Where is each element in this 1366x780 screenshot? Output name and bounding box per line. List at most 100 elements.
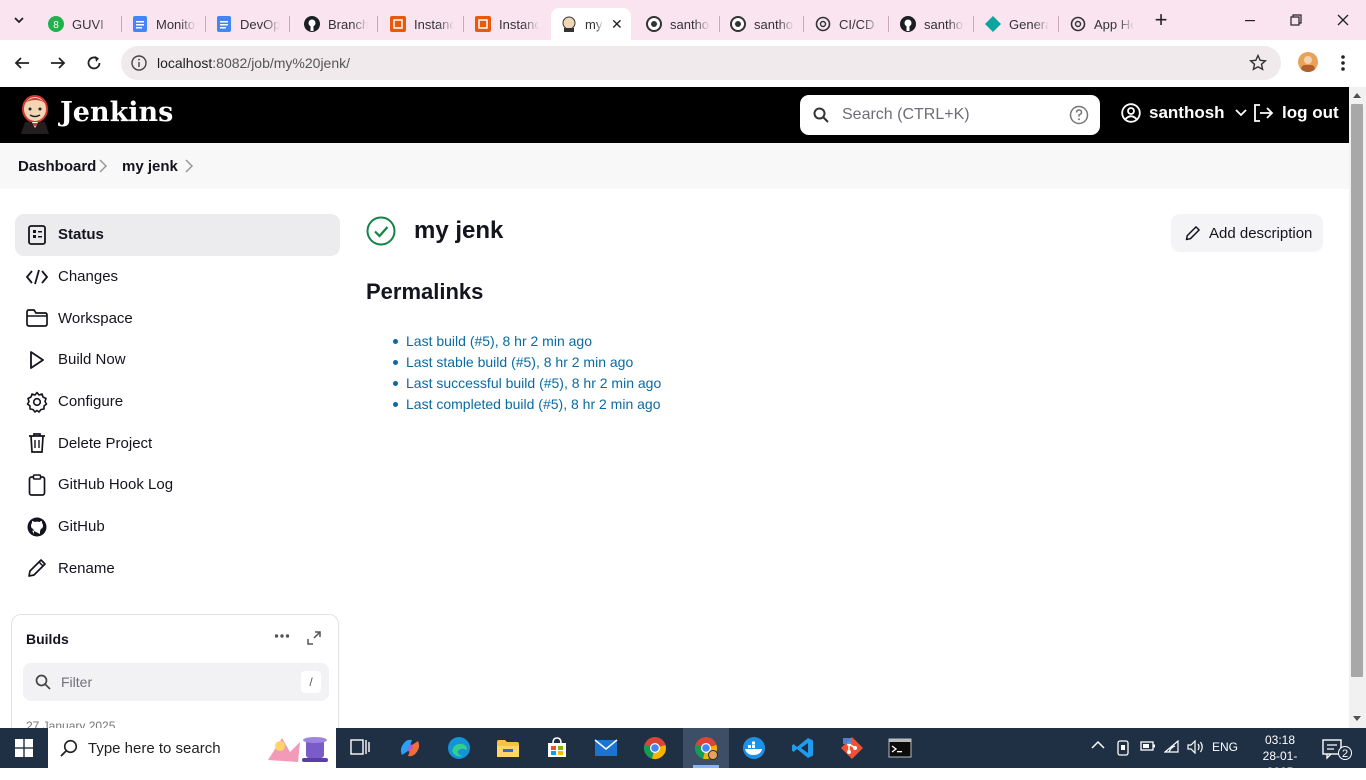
sidebar-item-changes[interactable]: Changes <box>15 256 340 298</box>
user-menu[interactable]: santhosh <box>1121 103 1247 123</box>
reload-button[interactable] <box>83 52 105 74</box>
mail-icon[interactable] <box>592 734 620 762</box>
browser-tab[interactable]: App He <box>1060 8 1144 40</box>
github-icon <box>304 16 320 32</box>
browser-tab[interactable]: santho <box>636 8 720 40</box>
sidebar-item-configure[interactable]: Configure <box>15 381 340 423</box>
sidebar-item-workspace[interactable]: Workspace <box>15 297 340 339</box>
chrome-profile-icon[interactable] <box>692 734 720 762</box>
browser-tab[interactable]: Branch <box>294 8 378 40</box>
windows-start-icon[interactable] <box>15 739 33 757</box>
forward-button[interactable] <box>47 52 69 74</box>
new-tab-button[interactable]: + <box>1151 9 1171 31</box>
add-description-button[interactable]: Add description <box>1171 214 1323 252</box>
chrome-icon[interactable] <box>641 734 669 762</box>
browser-tab[interactable]: Monito <box>122 8 206 40</box>
sidebar-item-build-now[interactable]: Build Now <box>15 339 340 381</box>
profile-avatar[interactable] <box>1298 52 1318 72</box>
jenkins-brand[interactable]: Jenkins <box>60 97 173 128</box>
logout-link[interactable]: log out <box>1252 103 1339 123</box>
gemini-icon <box>985 16 1001 32</box>
page-scrollbar[interactable] <box>1349 87 1366 728</box>
tab-title: Instanc <box>499 16 539 32</box>
help-icon[interactable] <box>1069 105 1089 125</box>
wifi-icon[interactable] <box>1164 740 1180 754</box>
tab-title: CI/CD I <box>839 16 879 32</box>
docker-icon[interactable] <box>740 734 768 762</box>
browser-tab[interactable]: Instanc <box>465 8 549 40</box>
copilot-icon[interactable] <box>396 734 424 762</box>
chevron-right-icon[interactable] <box>184 159 194 173</box>
sidebar-item-github-hook-log[interactable]: GitHub Hook Log <box>15 464 340 506</box>
windows-taskbar: Type here to search ENG 03:18 28-01-2025… <box>0 728 1366 779</box>
status-icon <box>26 224 48 246</box>
scroll-down-icon[interactable] <box>1353 716 1361 721</box>
sidebar-item-rename[interactable]: Rename <box>15 548 340 590</box>
scroll-up-icon[interactable] <box>1353 93 1361 98</box>
permalinks-heading: Permalinks <box>366 279 484 304</box>
url-host: localhost <box>157 55 213 71</box>
browser-tab[interactable]: 8 GUVI <box>38 8 122 40</box>
taskbar-search-box[interactable]: Type here to search <box>48 728 336 768</box>
close-window-button[interactable] <box>1333 10 1353 30</box>
meet-now-icon[interactable] <box>1116 740 1130 756</box>
taskbar-clock[interactable]: 03:18 28-01-2025 <box>1250 732 1310 780</box>
minimize-button[interactable] <box>1240 10 1260 30</box>
filter-shortcut-key: / <box>301 671 321 693</box>
chatgpt-icon <box>815 16 831 32</box>
chevron-down-icon <box>1234 109 1247 117</box>
git-icon[interactable] <box>838 734 866 762</box>
tab-search-button[interactable] <box>8 9 30 31</box>
docs-icon <box>132 16 148 32</box>
builds-filter-input[interactable]: Filter / <box>23 663 329 701</box>
sidebar-item-status[interactable]: Status <box>15 214 340 256</box>
restore-button[interactable] <box>1286 10 1306 30</box>
edge-icon[interactable] <box>445 734 473 762</box>
browser-tab[interactable]: Instanc <box>380 8 464 40</box>
tab-title: Branch <box>328 16 368 32</box>
jenkins-logo-icon[interactable] <box>18 94 52 134</box>
browser-tab[interactable]: DevOp <box>206 8 290 40</box>
builds-heading: Builds <box>26 631 69 647</box>
more-options-icon[interactable] <box>274 633 290 639</box>
notifications-icon[interactable]: 2 <box>1322 738 1352 760</box>
sidebar-item-github[interactable]: GitHub <box>15 506 340 548</box>
tab-title: santho <box>924 16 964 32</box>
breadcrumb-dashboard[interactable]: Dashboard <box>18 158 96 175</box>
file-explorer-icon[interactable] <box>494 734 522 762</box>
terminal-icon[interactable] <box>886 734 914 762</box>
permalink-last-completed-build[interactable]: Last completed build (#5), 8 hr 2 min ag… <box>392 395 661 416</box>
permalinks-list: Last build (#5), 8 hr 2 min ago Last sta… <box>392 332 661 416</box>
browser-menu-icon[interactable] <box>1336 53 1350 73</box>
search-highlight-icon <box>260 732 334 766</box>
battery-icon[interactable] <box>1140 740 1156 752</box>
browser-tab[interactable]: santho <box>720 8 804 40</box>
browser-tab[interactable]: CI/CD I <box>805 8 889 40</box>
task-view-icon[interactable] <box>346 734 374 762</box>
language-indicator[interactable]: ENG <box>1212 740 1238 754</box>
vscode-icon[interactable] <box>789 734 817 762</box>
show-hidden-icons[interactable] <box>1091 740 1105 750</box>
browser-tab[interactable]: santho <box>890 8 974 40</box>
address-bar[interactable]: localhost:8082/job/my%20jenk/ <box>121 46 1281 80</box>
github-icon <box>900 16 916 32</box>
store-icon[interactable] <box>543 734 571 762</box>
volume-icon[interactable] <box>1187 740 1205 754</box>
browser-tab[interactable]: Genera <box>975 8 1059 40</box>
jenkins-search-box[interactable]: Search (CTRL+K) <box>800 95 1100 135</box>
site-info-icon[interactable] <box>131 55 147 71</box>
bookmark-star-icon[interactable] <box>1249 54 1267 72</box>
permalink-last-build[interactable]: Last build (#5), 8 hr 2 min ago <box>392 332 661 353</box>
search-icon <box>813 107 829 123</box>
breadcrumb-job[interactable]: my jenk <box>122 158 178 175</box>
expand-icon[interactable] <box>307 631 321 645</box>
browser-tab-active[interactable]: my ✕ <box>551 8 631 40</box>
permalink-last-successful-build[interactable]: Last successful build (#5), 8 hr 2 min a… <box>392 374 661 395</box>
permalink-last-stable-build[interactable]: Last stable build (#5), 8 hr 2 min ago <box>392 353 661 374</box>
pencil-icon <box>1185 226 1200 241</box>
play-icon <box>26 349 48 371</box>
back-button[interactable] <box>11 52 33 74</box>
scrollbar-thumb[interactable] <box>1351 104 1363 677</box>
close-tab-icon[interactable]: ✕ <box>611 16 623 33</box>
sidebar-item-delete-project[interactable]: Delete Project <box>15 422 340 464</box>
